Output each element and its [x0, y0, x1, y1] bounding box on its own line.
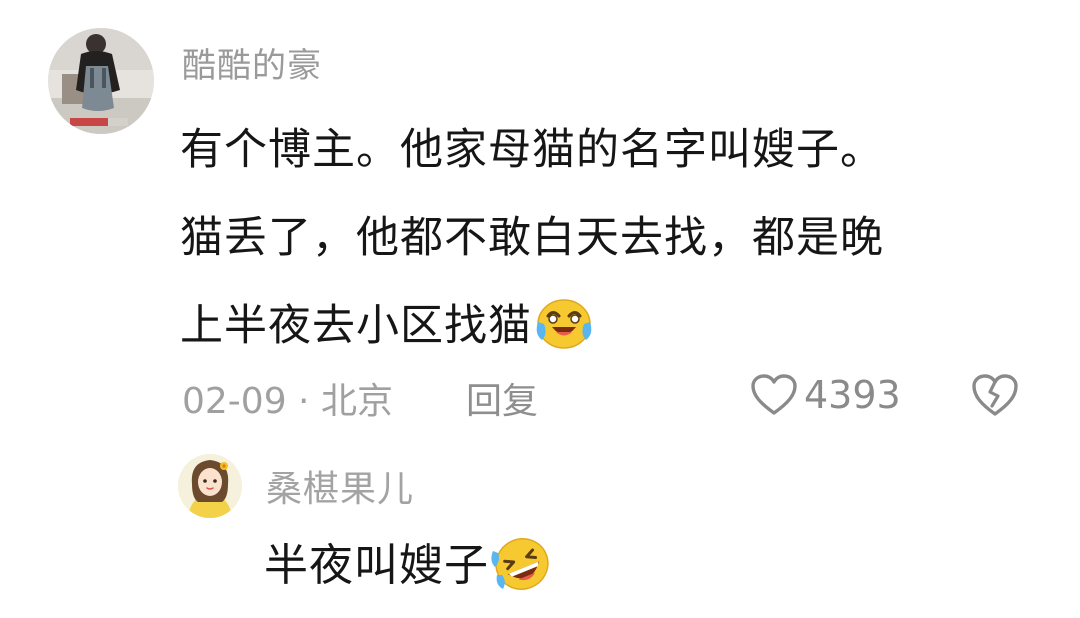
comment-line-text: 上半夜去小区找猫	[180, 301, 532, 351]
user-avatar[interactable]	[48, 28, 154, 134]
like-count: 4393	[804, 373, 901, 417]
reply-user-avatar[interactable]	[178, 454, 242, 518]
reply-text-content: 半夜叫嫂子	[264, 540, 489, 591]
reply-username[interactable]: 桑椹果儿	[266, 460, 414, 512]
crying-laughing-emoji	[532, 294, 596, 352]
comment-line: 有个博主。他家母猫的名字叫嫂子。	[180, 125, 884, 175]
date-location: 02-09 · 北京	[182, 381, 393, 422]
username[interactable]: 酷酷的豪	[182, 38, 322, 87]
heart-icon[interactable]	[750, 373, 798, 417]
comment-line: 猫丢了，他都不敢白天去找，都是晚	[180, 213, 884, 263]
comment-meta: 02-09 · 北京 回复 4393	[182, 368, 1042, 422]
like-button[interactable]: 4393	[750, 370, 901, 420]
broken-heart-icon[interactable]	[970, 372, 1020, 418]
reply-button[interactable]: 回复	[466, 372, 538, 424]
comment-thread: 酷酷的豪 有个博主。他家母猫的名字叫嫂子。 猫丢了，他都不敢白天去找，都是晚 上…	[0, 0, 1080, 618]
reply-text: 半夜叫嫂子	[264, 536, 555, 599]
comment-line-last: 上半夜去小区找猫	[180, 282, 1040, 370]
rolling-on-floor-laughing-emoji	[489, 533, 555, 595]
comment-text: 有个博主。他家母猫的名字叫嫂子。 猫丢了，他都不敢白天去找，都是晚 上半夜去小区…	[180, 106, 1040, 370]
